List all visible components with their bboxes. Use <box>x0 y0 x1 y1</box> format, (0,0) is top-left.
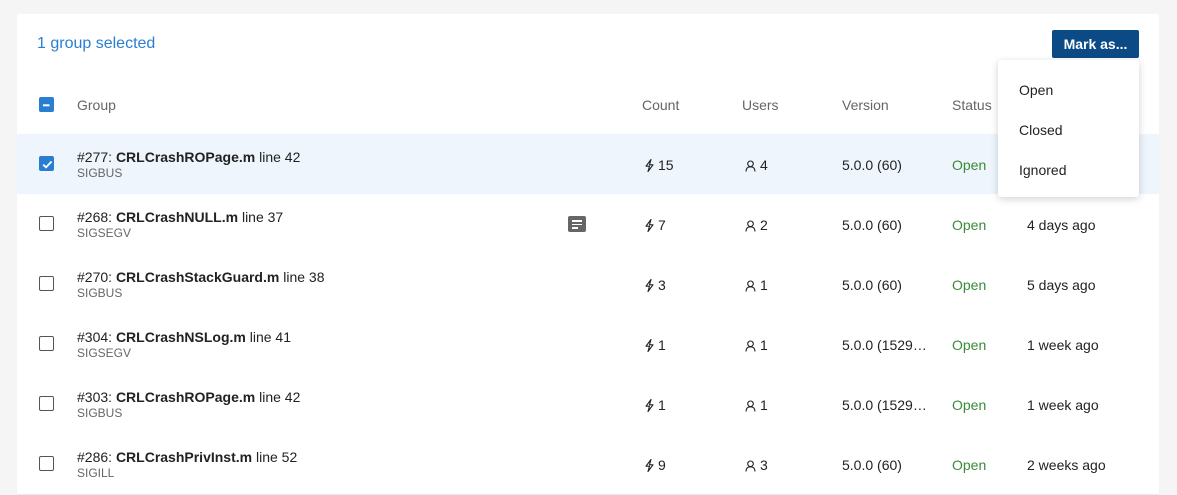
group-signal: SIGSEGV <box>77 346 132 360</box>
group-title[interactable]: #304: CRLCrashNSLog.m line 41 <box>77 329 291 345</box>
status-badge: Open <box>952 337 987 353</box>
row-checkbox[interactable] <box>39 456 54 471</box>
column-group[interactable]: Group <box>77 97 116 113</box>
last-seen: 1 week ago <box>1027 397 1099 413</box>
menu-item-ignored[interactable]: Ignored <box>1019 162 1066 178</box>
table-row[interactable]: #286: CRLCrashPrivInst.m line 52 SIGILL … <box>17 434 1159 495</box>
bolt-icon <box>645 459 654 472</box>
user-count: 1 <box>745 337 768 353</box>
table-row[interactable]: #277: CRLCrashROPage.m line 42 SIGBUS 15… <box>17 134 1159 195</box>
error-groups-panel: 1 group selected Mark as... Group Count … <box>17 14 1159 495</box>
user-icon <box>745 220 756 232</box>
group-title[interactable]: #303: CRLCrashROPage.m line 42 <box>77 389 300 405</box>
row-checkbox[interactable] <box>39 336 54 351</box>
row-checkbox[interactable] <box>39 396 54 411</box>
version: 5.0.0 (60) <box>842 157 902 173</box>
row-checkbox[interactable] <box>39 216 54 231</box>
version: 5.0.0 (60) <box>842 277 902 293</box>
select-all-checkbox[interactable] <box>39 97 54 112</box>
user-count: 1 <box>745 277 768 293</box>
group-signal: SIGBUS <box>77 166 123 180</box>
mark-as-menu: Open Closed Ignored <box>998 60 1139 197</box>
column-status[interactable]: Status <box>952 97 992 113</box>
group-signal: SIGBUS <box>77 286 123 300</box>
event-count: 1 <box>645 397 666 413</box>
table-row[interactable]: #270: CRLCrashStackGuard.m line 38 SIGBU… <box>17 254 1159 315</box>
user-icon <box>745 280 756 292</box>
bolt-icon <box>645 159 654 172</box>
user-icon <box>745 160 756 172</box>
user-count: 1 <box>745 397 768 413</box>
status-badge: Open <box>952 277 987 293</box>
status-badge: Open <box>952 457 987 473</box>
user-count: 2 <box>745 217 768 233</box>
comment-icon[interactable] <box>568 216 586 232</box>
user-icon <box>745 460 756 472</box>
event-count: 1 <box>645 337 666 353</box>
column-count[interactable]: Count <box>642 97 679 113</box>
group-title[interactable]: #270: CRLCrashStackGuard.m line 38 <box>77 269 324 285</box>
user-count: 3 <box>745 457 768 473</box>
minus-icon <box>43 104 50 107</box>
checkmark-icon <box>42 160 53 169</box>
version: 5.0.0 (60) <box>842 217 902 233</box>
event-count: 7 <box>645 217 666 233</box>
event-count: 9 <box>645 457 666 473</box>
bolt-icon <box>645 279 654 292</box>
group-title[interactable]: #277: CRLCrashROPage.m line 42 <box>77 149 300 165</box>
bolt-icon <box>645 399 654 412</box>
status-badge: Open <box>952 217 987 233</box>
row-checkbox[interactable] <box>39 276 54 291</box>
version: 5.0.0 (60) <box>842 457 902 473</box>
menu-item-open[interactable]: Open <box>1019 82 1053 98</box>
user-icon <box>745 340 756 352</box>
group-signal: SIGILL <box>77 466 115 480</box>
table-row[interactable]: #268: CRLCrashNULL.m line 37 SIGSEGV 7 2… <box>17 194 1159 255</box>
group-title[interactable]: #286: CRLCrashPrivInst.m line 52 <box>77 449 297 465</box>
selection-count: 1 group selected <box>37 35 156 52</box>
last-seen: 4 days ago <box>1027 217 1096 233</box>
status-badge: Open <box>952 157 987 173</box>
last-seen: 5 days ago <box>1027 277 1096 293</box>
user-count: 4 <box>745 157 768 173</box>
table-row[interactable]: #303: CRLCrashROPage.m line 42 SIGBUS 1 … <box>17 374 1159 435</box>
column-users[interactable]: Users <box>742 97 779 113</box>
group-signal: SIGBUS <box>77 406 123 420</box>
column-version[interactable]: Version <box>842 97 889 113</box>
last-seen: 2 weeks ago <box>1027 457 1106 473</box>
group-title[interactable]: #268: CRLCrashNULL.m line 37 <box>77 209 283 225</box>
table-row[interactable]: #304: CRLCrashNSLog.m line 41 SIGSEGV 1 … <box>17 314 1159 375</box>
bolt-icon <box>645 339 654 352</box>
event-count: 15 <box>645 157 674 173</box>
table-header: Group Count Users Version Status <box>17 84 1159 135</box>
bolt-icon <box>645 219 654 232</box>
version: 5.0.0 (1529… <box>842 337 927 353</box>
row-checkbox[interactable] <box>39 156 54 171</box>
event-count: 3 <box>645 277 666 293</box>
mark-as-button[interactable]: Mark as... <box>1052 30 1139 58</box>
version: 5.0.0 (1529… <box>842 397 927 413</box>
last-seen: 1 week ago <box>1027 337 1099 353</box>
group-signal: SIGSEGV <box>77 226 132 240</box>
user-icon <box>745 400 756 412</box>
status-badge: Open <box>952 397 987 413</box>
menu-item-closed[interactable]: Closed <box>1019 122 1063 138</box>
